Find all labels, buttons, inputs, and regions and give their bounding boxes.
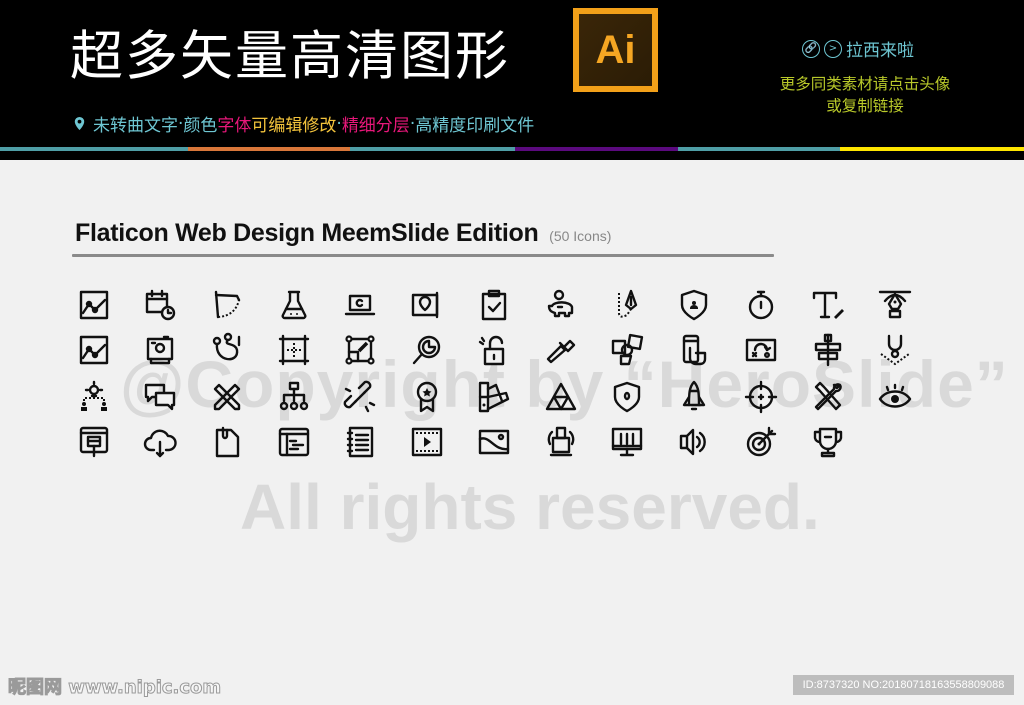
crosshair-frame-icon[interactable] xyxy=(276,332,312,368)
shapes-icon[interactable] xyxy=(609,332,645,368)
notebook-list-icon[interactable] xyxy=(342,424,378,460)
illustrator-logo-text: Ai xyxy=(579,14,652,86)
site-watermark: 昵图网 www.nipic.com xyxy=(7,677,222,699)
title-underline xyxy=(72,254,774,257)
image-icon[interactable] xyxy=(476,424,512,460)
stripe-segment xyxy=(515,147,678,151)
unlock-icon[interactable] xyxy=(476,332,512,368)
chat-bubbles-icon[interactable] xyxy=(142,379,178,415)
stripe-segment xyxy=(840,147,1024,151)
feature-line: 未转曲文字 · 颜色 字体 可编辑修改 · 精细分层 · 高精度印刷文件 xyxy=(72,111,534,136)
feature-text-2: 颜色 xyxy=(183,116,218,136)
video-frame-icon[interactable] xyxy=(409,424,445,460)
magnifier-pie-icon[interactable] xyxy=(409,332,445,368)
map-pin-scroll-icon[interactable] xyxy=(409,287,445,323)
file-clip-icon[interactable] xyxy=(209,424,245,460)
award-ribbon-icon[interactable] xyxy=(409,379,445,415)
section-title: Flaticon Web Design MeemSlide Edition (5… xyxy=(75,219,611,248)
browser-code-icon[interactable] xyxy=(276,424,312,460)
clipboard-check-icon[interactable] xyxy=(476,287,512,323)
image-id-label: ID:8737320 NO:20180718163558809088 xyxy=(793,675,1014,695)
pen-tool-icon[interactable] xyxy=(877,287,913,323)
triangles-icon[interactable] xyxy=(543,379,579,415)
feature-text-3: 字体 xyxy=(217,116,252,136)
broken-link-icon[interactable] xyxy=(342,379,378,415)
target-arrow-icon[interactable] xyxy=(743,424,779,460)
laptop-icon[interactable] xyxy=(342,287,378,323)
idea-team-icon[interactable] xyxy=(76,379,112,415)
more-line-2: 或复制链接 xyxy=(826,97,904,115)
shield-badge-icon[interactable] xyxy=(609,379,645,415)
rocket-icon[interactable] xyxy=(676,379,712,415)
camera-icon[interactable] xyxy=(142,332,178,368)
stopwatch-icon[interactable] xyxy=(743,287,779,323)
flask-icon[interactable] xyxy=(276,287,312,323)
illustrator-logo-icon: Ai xyxy=(573,8,658,92)
stripe-segment xyxy=(678,147,840,151)
author-name: 拉西来啦 xyxy=(846,41,914,61)
stripe-segment xyxy=(350,147,515,151)
feature-text-6: 精细分层 xyxy=(341,116,410,136)
sitemap-icon[interactable] xyxy=(276,379,312,415)
feature-text-0: 未转曲文字 xyxy=(93,116,178,136)
transform-edit-icon[interactable] xyxy=(342,332,378,368)
text-edit-icon[interactable] xyxy=(810,287,846,323)
more-resources-note: 更多同类素材请点击头像 或复制链接 xyxy=(760,73,970,117)
location-pin-icon xyxy=(74,116,85,131)
web-paint-icon[interactable] xyxy=(76,424,112,460)
strategy-board-icon[interactable] xyxy=(743,332,779,368)
feature-text-4: 可编辑修改 xyxy=(251,116,337,136)
speaker-icon[interactable] xyxy=(676,424,712,460)
icon-count: (50 Icons) xyxy=(549,228,612,244)
drafting-compass-icon[interactable] xyxy=(209,287,245,323)
author-link[interactable]: 🔗 > 拉西来啦 xyxy=(802,36,914,61)
pencil-ruler-icon[interactable] xyxy=(209,379,245,415)
piggy-bank-icon[interactable] xyxy=(543,287,579,323)
align-center-icon[interactable] xyxy=(810,332,846,368)
cable-connector-icon[interactable] xyxy=(209,332,245,368)
pen-nib-path-icon[interactable] xyxy=(609,287,645,323)
stripe-segment xyxy=(188,147,350,151)
touch-phone-icon[interactable] xyxy=(676,332,712,368)
chevron-right-icon: > xyxy=(824,39,842,58)
monitor-equalizer-icon[interactable] xyxy=(609,424,645,460)
header-banner: 超多矢量高清图形 Ai 未转曲文字 · 颜色 字体 可编辑修改 · 精细分层 ·… xyxy=(0,0,1024,160)
shield-user-icon[interactable] xyxy=(676,287,712,323)
line-chart-icon[interactable] xyxy=(76,287,112,323)
color-stripe xyxy=(0,147,1024,151)
target-crosshair-icon[interactable] xyxy=(743,379,779,415)
color-swatch-icon[interactable] xyxy=(476,379,512,415)
more-line-1: 更多同类素材请点击头像 xyxy=(779,75,951,93)
rights-watermark: All rights reserved. xyxy=(240,471,820,543)
link-icon: 🔗 xyxy=(802,39,820,58)
section-title-text: Flaticon Web Design MeemSlide Edition xyxy=(75,219,539,247)
feature-text-8: 高精度印刷文件 xyxy=(415,116,535,136)
printer-sync-icon[interactable] xyxy=(543,424,579,460)
tools-icon[interactable] xyxy=(810,379,846,415)
stripe-segment xyxy=(0,147,188,151)
color-picker-icon[interactable] xyxy=(543,332,579,368)
cloud-download-icon[interactable] xyxy=(142,424,178,460)
main-title: 超多矢量高清图形 xyxy=(70,26,510,87)
anchor-point-icon[interactable] xyxy=(877,332,913,368)
calendar-clock-icon[interactable] xyxy=(142,287,178,323)
line-chart-icon[interactable] xyxy=(76,332,112,368)
trophy-icon[interactable] xyxy=(810,424,846,460)
eye-icon[interactable] xyxy=(877,379,913,415)
